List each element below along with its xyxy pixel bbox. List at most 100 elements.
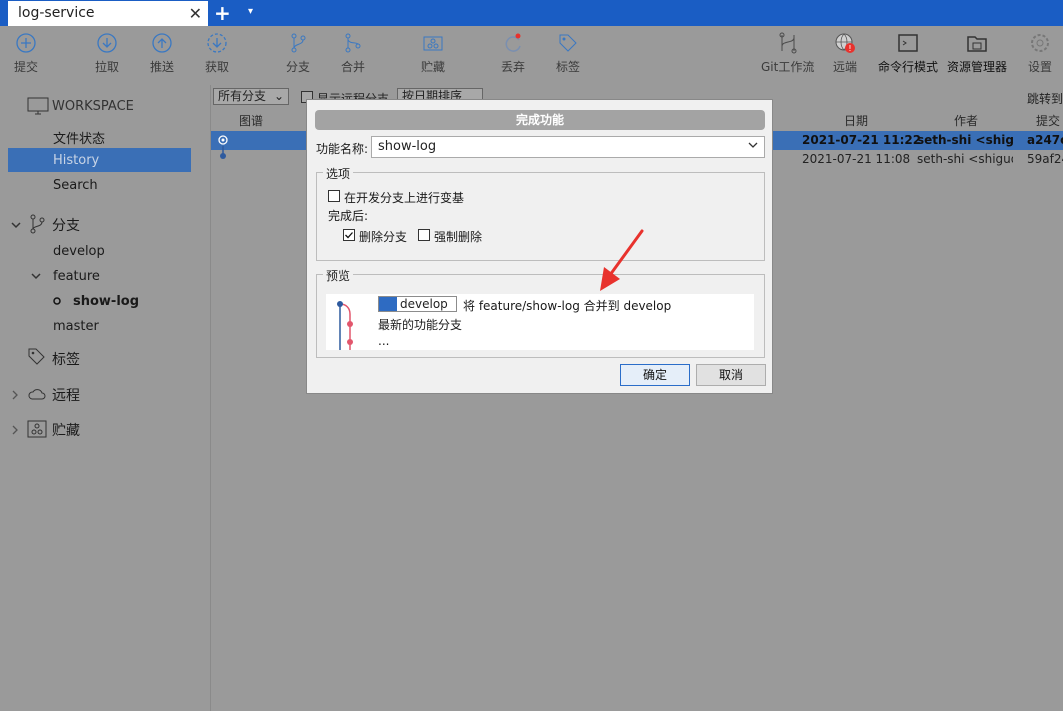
terminal-button[interactable]: 命令行模式 [878,32,938,75]
chevron-right-icon[interactable] [10,424,20,436]
after-finish-label: 完成后: [328,209,369,223]
row-author: seth-shi <shiguo [917,133,1013,147]
chevron-down-icon[interactable] [30,271,42,281]
row-author: seth-shi <shiguo [917,152,1013,166]
chevron-down-icon[interactable] [10,220,22,230]
sidebar-selection [8,148,191,172]
preview-graph [337,301,353,350]
pull-label: 拉取 [95,60,120,74]
svg-text:!: ! [848,44,851,53]
sidebar-item-file-status[interactable]: 文件状态 [53,128,105,147]
push-label: 推送 [150,60,175,74]
fetch-label: 获取 [205,60,230,74]
fetch-button[interactable]: 获取 [205,32,229,75]
col-commit[interactable]: 提交 [1036,112,1060,130]
branch-button[interactable]: 分支 [286,32,310,75]
merge-icon [345,33,361,53]
repo-tab[interactable]: log-service ✕ [8,1,208,26]
remote-label: 远端 [833,60,858,74]
col-author[interactable]: 作者 [954,112,978,130]
ok-button[interactable]: 确定 [620,364,690,386]
jump-to-link[interactable]: 跳转到 [1027,90,1063,107]
cancel-button[interactable]: 取消 [696,364,766,386]
branch-icon [30,214,45,234]
branch-master[interactable]: master [53,319,99,334]
feature-name-select[interactable]: show-log [371,136,765,158]
gear-icon [1031,34,1049,52]
settings-label: 设置 [1028,60,1053,74]
rebase-checkbox[interactable] [328,190,340,202]
explorer-label: 资源管理器 [947,60,1008,74]
force-delete-checkbox[interactable] [418,229,430,241]
gitflow-label: Git工作流 [761,60,815,74]
chevron-down-icon [748,142,758,148]
row-commit: 59af24 [1027,152,1063,166]
settings-button[interactable]: 设置 [1028,32,1052,75]
preview-group: 预览 develop 将 feature/show-log 合并到 develo… [316,267,765,358]
preview-merge-text: 将 feature/show-log 合并到 develop [463,299,672,313]
col-graph[interactable]: 图谱 [239,112,263,130]
fetch-icon [207,33,227,53]
tag-icon [559,34,577,52]
branch-show-log[interactable]: show-log [73,294,139,309]
gitflow-button[interactable]: Git工作流 [761,32,814,75]
discard-label: 丢弃 [501,60,526,74]
stashes-header[interactable]: 贮藏 [52,420,80,440]
develop-branch-badge: develop [378,296,457,312]
remotes-header[interactable]: 远程 [52,385,80,405]
pull-button[interactable]: 拉取 [95,32,119,75]
toolbar: 提交 拉取 推送 获取 分支 合并 贮藏 丢弃 标签 Git工作流 ! 远端 命… [0,26,1063,84]
folder-icon [967,36,987,52]
commit-node-icon [218,135,228,145]
explorer-button[interactable]: 资源管理器 [947,32,1007,75]
preview-branch-name: develop [400,297,448,311]
row-date: 2021-07-21 11:08 [802,152,911,166]
arrow-down-circle-icon [97,33,117,53]
arrow-up-circle-icon [152,33,172,53]
feature-name-value: show-log [378,139,437,154]
branch-folder-feature[interactable]: feature [53,269,100,284]
branch-label: 分支 [286,60,311,74]
commit-graph-line [220,146,226,159]
sidebar-item-search[interactable]: Search [53,178,98,193]
branch-filter-value: 所有分支 [218,89,267,103]
dialog-title: 完成功能 [315,110,765,130]
chevron-right-icon[interactable] [10,389,20,401]
title-bar: log-service ✕ + ▾ [0,0,1063,26]
sidebar: WORKSPACE 文件状态 History Search 分支 develop… [0,85,211,711]
workspace-header: WORKSPACE [52,99,134,114]
close-tab-icon[interactable]: ✕ [189,4,202,23]
chevron-down-icon: ⌄ [273,89,284,103]
terminal-icon [898,34,918,52]
commit-button[interactable]: 提交 [14,32,38,75]
tag-button[interactable]: 标签 [556,32,580,75]
remote-button[interactable]: ! 远端 [833,32,857,75]
push-button[interactable]: 推送 [150,32,174,75]
discard-icon [505,33,521,52]
branch-develop[interactable]: develop [53,244,105,259]
repo-tab-title: log-service [18,5,95,21]
commit-label: 提交 [14,60,39,74]
tag-icon [28,348,45,365]
row-date: 2021-07-21 11:22 [802,133,922,147]
options-title: 选项 [323,165,354,182]
finish-feature-dialog: 完成功能 功能名称: show-log 选项 在开发分支上进行变基 完成后: 删… [306,99,773,394]
branches-header[interactable]: 分支 [52,215,80,235]
branch-filter-select[interactable]: 所有分支 ⌄ [213,88,289,105]
discard-button[interactable]: 丢弃 [501,32,525,75]
stash-button[interactable]: 贮藏 [421,32,445,75]
rebase-label: 在开发分支上进行变基 [344,191,465,205]
cloud-icon [28,389,46,400]
plus-circle-icon [16,33,36,53]
terminal-label: 命令行模式 [878,60,939,74]
merge-button[interactable]: 合并 [341,32,365,75]
new-tab-icon[interactable]: + [214,1,231,25]
delete-branch-checkbox[interactable] [343,229,355,241]
stash-label: 贮藏 [421,60,446,74]
tags-header[interactable]: 标签 [52,349,80,369]
tab-menu-icon[interactable]: ▾ [248,6,253,17]
merge-label: 合并 [341,60,366,74]
col-date[interactable]: 日期 [844,112,868,130]
sidebar-item-history[interactable]: History [53,153,99,168]
force-delete-label: 强制删除 [434,230,483,244]
